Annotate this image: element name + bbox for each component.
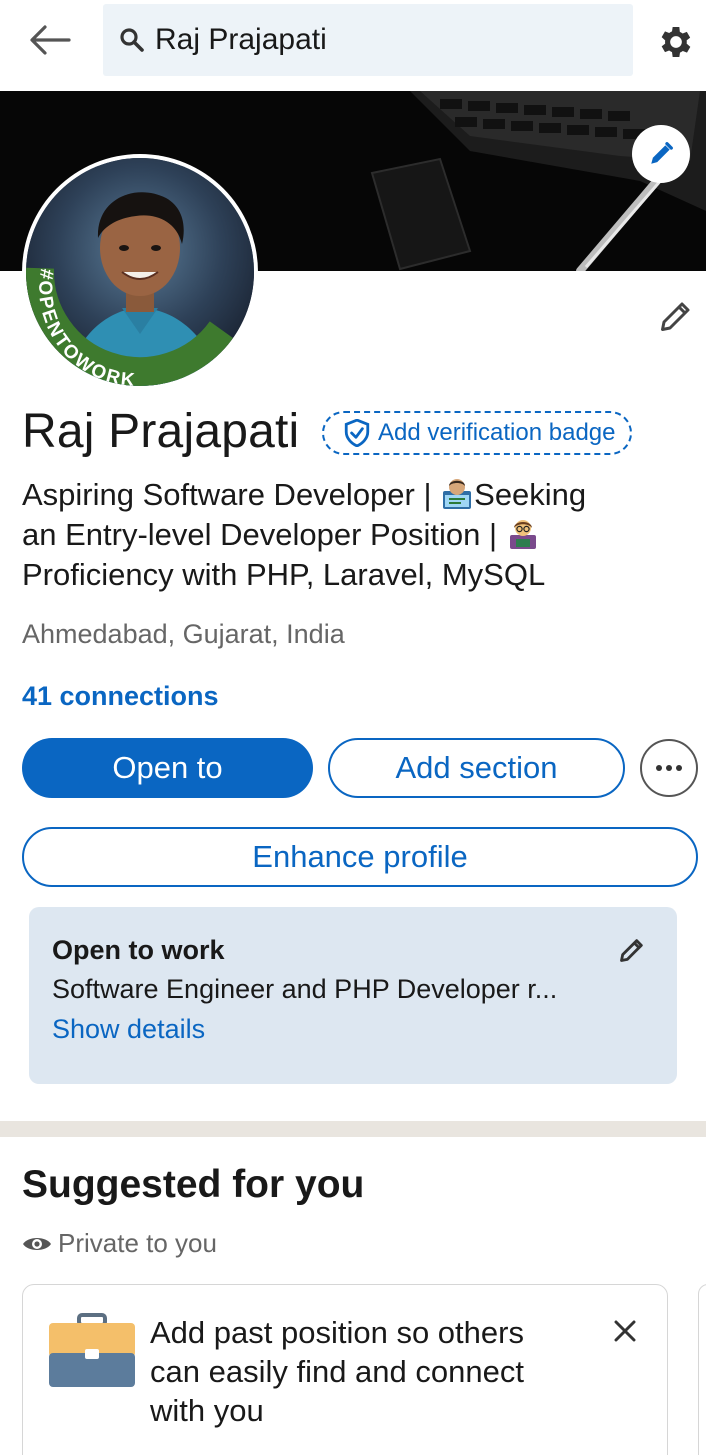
add-section-button[interactable]: Add section bbox=[328, 738, 625, 798]
suggestion-text: Add past position so others can easily f… bbox=[150, 1315, 524, 1428]
edit-open-to-work-button[interactable] bbox=[615, 933, 649, 967]
open-to-work-frame-text: #OPENTOWORK bbox=[34, 267, 137, 386]
headline-part: Seeking bbox=[474, 477, 587, 512]
search-bar[interactable] bbox=[103, 4, 633, 76]
avatar-frame[interactable]: #OPENTOWORK bbox=[22, 154, 258, 390]
edit-profile-button[interactable] bbox=[656, 296, 696, 336]
avatar[interactable]: #OPENTOWORK bbox=[26, 158, 254, 386]
profile-name: Raj Prajapati bbox=[22, 405, 300, 458]
open-to-work-title: Open to work bbox=[52, 935, 225, 965]
suggested-title: Suggested for you bbox=[22, 1163, 365, 1206]
back-arrow-icon[interactable] bbox=[26, 20, 74, 60]
pencil-icon bbox=[651, 142, 673, 164]
search-input[interactable] bbox=[155, 23, 595, 57]
svg-text:#OPENTOWORK: #OPENTOWORK bbox=[34, 267, 137, 386]
eye-icon bbox=[23, 1237, 51, 1250]
open-to-work-frame: #OPENTOWORK bbox=[34, 267, 137, 386]
section-divider bbox=[0, 1121, 706, 1137]
privacy-note: Private to you bbox=[22, 1228, 217, 1259]
headline-part: Proficiency with PHP, Laravel, MySQL bbox=[22, 557, 546, 592]
profile-headline: Aspiring Software Developer | Seeking an… bbox=[22, 475, 682, 595]
headline-part: an Entry-level Developer Position | bbox=[22, 517, 506, 552]
next-suggestion-card-peek[interactable] bbox=[698, 1284, 706, 1455]
profile-location: Ahmedabad, Gujarat, India bbox=[22, 619, 345, 649]
more-options-button[interactable] bbox=[640, 739, 698, 797]
close-icon[interactable] bbox=[609, 1315, 641, 1347]
open-to-work-card[interactable]: Open to work Software Engineer and PHP D… bbox=[29, 907, 677, 1084]
technologist-emoji-icon bbox=[443, 479, 472, 509]
suggestion-card[interactable]: Add past position so others can easily f… bbox=[22, 1284, 668, 1455]
enhance-profile-button[interactable]: Enhance profile bbox=[22, 827, 698, 887]
add-verification-badge-button[interactable]: Add verification badge bbox=[322, 411, 632, 455]
briefcase-icon bbox=[49, 1313, 135, 1387]
connections-link[interactable]: 41 connections bbox=[22, 681, 219, 712]
open-to-button[interactable]: Open to bbox=[22, 738, 313, 798]
teacher-emoji-icon bbox=[509, 520, 536, 549]
shield-check-icon bbox=[344, 419, 370, 447]
pencil-icon bbox=[620, 939, 643, 962]
verification-badge-label: Add verification badge bbox=[378, 419, 616, 446]
search-icon bbox=[119, 26, 147, 54]
show-details-link[interactable]: Show details bbox=[52, 1014, 205, 1045]
privacy-label: Private to you bbox=[58, 1228, 217, 1258]
headline-part: Aspiring Software Developer | bbox=[22, 477, 441, 512]
ellipsis-icon bbox=[656, 765, 682, 771]
open-to-work-description: Software Engineer and PHP Developer r... bbox=[52, 974, 558, 1004]
gear-icon[interactable] bbox=[654, 20, 698, 64]
top-bar bbox=[0, 0, 706, 88]
edit-banner-button[interactable] bbox=[632, 125, 690, 183]
pencil-icon bbox=[661, 302, 690, 331]
